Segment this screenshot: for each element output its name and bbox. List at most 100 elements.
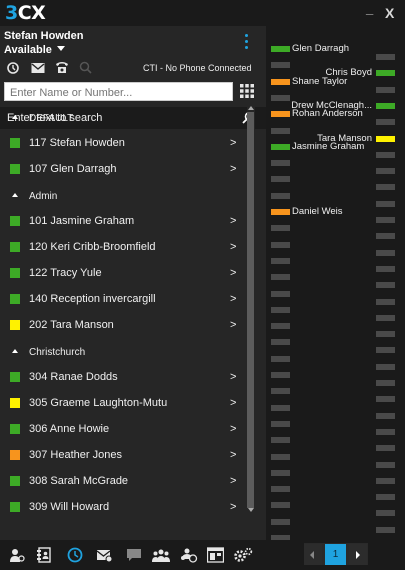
presence-indicator[interactable] — [376, 233, 395, 240]
contact-row[interactable]: 107 Glen Darragh > — [0, 157, 247, 183]
contact-row[interactable]: 101 Jasmine Graham > — [0, 209, 247, 235]
contacts-book-icon[interactable] — [36, 547, 52, 563]
more-options-icon[interactable] — [245, 34, 249, 52]
presence-indicator[interactable] — [376, 54, 395, 60]
presence-indicator[interactable] — [376, 168, 395, 175]
presence-indicator[interactable] — [376, 526, 395, 533]
contact-row[interactable]: 307 Heather Jones > — [0, 443, 247, 469]
search-box[interactable] — [4, 82, 233, 102]
contact-row[interactable]: 308 Sarah McGrade > — [0, 469, 247, 495]
switchboard-icon[interactable] — [206, 547, 225, 563]
presence-indicator[interactable] — [271, 486, 290, 493]
collapse-triangle-icon[interactable] — [12, 115, 18, 119]
contact-row[interactable]: 202 Tara Manson > — [0, 313, 247, 339]
contact-row[interactable]: 304 Ranae Dodds > — [0, 365, 247, 391]
presence-indicator[interactable] — [376, 249, 395, 256]
history-icon[interactable] — [67, 547, 83, 563]
status-dropdown[interactable]: Available — [4, 44, 65, 56]
presence-indicator[interactable] — [271, 437, 290, 444]
presence-indicator[interactable] — [271, 404, 290, 411]
contact-expand-arrow[interactable]: > — [230, 397, 236, 409]
dialpad-icon[interactable] — [240, 84, 254, 98]
minimize-button[interactable]: _ — [366, 1, 373, 16]
presence-indicator[interactable] — [376, 347, 395, 354]
presence-indicator[interactable] — [271, 388, 290, 395]
presence-indicator[interactable] — [271, 306, 290, 313]
contact-row[interactable]: 120 Keri Cribb-Broomfield > — [0, 235, 247, 261]
contact-expand-arrow[interactable]: > — [230, 293, 236, 305]
presence-indicator[interactable] — [271, 127, 290, 134]
presence-indicator[interactable] — [376, 461, 395, 468]
presence-indicator[interactable] — [271, 192, 290, 199]
presence-indicator[interactable] — [376, 510, 395, 517]
group-header[interactable]: Admin — [0, 183, 247, 209]
presence-indicator[interactable] — [376, 135, 395, 142]
presence-indicator[interactable] — [271, 46, 290, 52]
presence-indicator[interactable] — [376, 184, 395, 191]
group-header[interactable]: DEFAULT — [0, 105, 247, 131]
presence-indicator[interactable] — [271, 339, 290, 346]
presence-indicator[interactable] — [376, 314, 395, 321]
contact-expand-arrow[interactable]: > — [230, 137, 236, 149]
presence-indicator[interactable] — [271, 290, 290, 297]
presence-indicator[interactable] — [376, 298, 395, 305]
search-icon[interactable] — [79, 61, 93, 74]
presence-indicator[interactable] — [376, 445, 395, 452]
group-header[interactable]: Christchurch — [0, 339, 247, 365]
presence-indicator[interactable] — [376, 119, 395, 126]
chat-icon[interactable] — [126, 547, 142, 563]
previous-page-button[interactable] — [304, 544, 322, 565]
presence-indicator[interactable] — [271, 62, 290, 69]
voicemail-icon[interactable] — [31, 61, 45, 74]
user-settings-icon[interactable] — [9, 547, 25, 563]
presence-indicator[interactable] — [376, 412, 395, 419]
presence-indicator[interactable] — [376, 217, 395, 223]
conference-icon[interactable] — [180, 547, 198, 563]
presence-indicator[interactable] — [376, 70, 395, 77]
contact-expand-arrow[interactable]: > — [230, 319, 236, 331]
close-button[interactable]: X — [385, 5, 394, 21]
contact-expand-arrow[interactable]: > — [230, 501, 236, 513]
presence-indicator[interactable] — [271, 518, 290, 525]
scrollbar-thumb[interactable] — [247, 112, 254, 508]
refresh-icon[interactable] — [6, 61, 20, 74]
contact-expand-arrow[interactable]: > — [230, 267, 236, 279]
contact-expand-arrow[interactable]: > — [230, 163, 236, 175]
presence-indicator[interactable] — [271, 225, 290, 232]
contact-row[interactable]: 309 Will Howard > — [0, 495, 247, 514]
presence-indicator[interactable] — [271, 257, 290, 264]
contact-row[interactable]: 140 Reception invercargill > — [0, 287, 247, 313]
settings-icon[interactable] — [233, 547, 253, 563]
presence-indicator[interactable] — [271, 94, 290, 101]
presence-indicator[interactable] — [271, 355, 290, 362]
contact-row[interactable]: 117 Stefan Howden > — [0, 131, 247, 157]
contact-expand-arrow[interactable]: > — [230, 215, 236, 227]
contact-expand-arrow[interactable]: > — [230, 449, 236, 461]
presence-indicator[interactable] — [271, 176, 290, 183]
presence-indicator[interactable] — [376, 380, 395, 386]
scroll-up-icon[interactable] — [248, 106, 254, 110]
presence-indicator[interactable] — [376, 86, 395, 93]
presence-indicator[interactable] — [376, 477, 395, 484]
phone-icon[interactable] — [55, 61, 69, 74]
presence-indicator[interactable] — [376, 200, 395, 207]
collapse-triangle-icon[interactable] — [12, 193, 18, 197]
presence-indicator[interactable] — [376, 428, 395, 435]
presence-indicator[interactable] — [271, 143, 290, 150]
presence-indicator[interactable] — [271, 78, 290, 85]
group-icon[interactable] — [152, 547, 170, 563]
next-page-button[interactable] — [349, 544, 367, 565]
presence-indicator[interactable] — [376, 331, 395, 338]
presence-indicator[interactable] — [271, 274, 290, 281]
presence-indicator[interactable] — [271, 111, 290, 118]
presence-indicator[interactable] — [271, 372, 290, 378]
presence-indicator[interactable] — [376, 282, 395, 289]
collapse-triangle-icon[interactable] — [12, 349, 18, 353]
presence-indicator[interactable] — [271, 469, 290, 476]
presence-indicator[interactable] — [271, 241, 290, 248]
contact-row[interactable]: 305 Graeme Laughton-Mutu > — [0, 391, 247, 417]
search-input[interactable] — [5, 84, 232, 102]
current-page-button[interactable]: 1 — [325, 544, 346, 565]
presence-indicator[interactable] — [376, 363, 395, 370]
presence-indicator[interactable] — [271, 323, 290, 330]
